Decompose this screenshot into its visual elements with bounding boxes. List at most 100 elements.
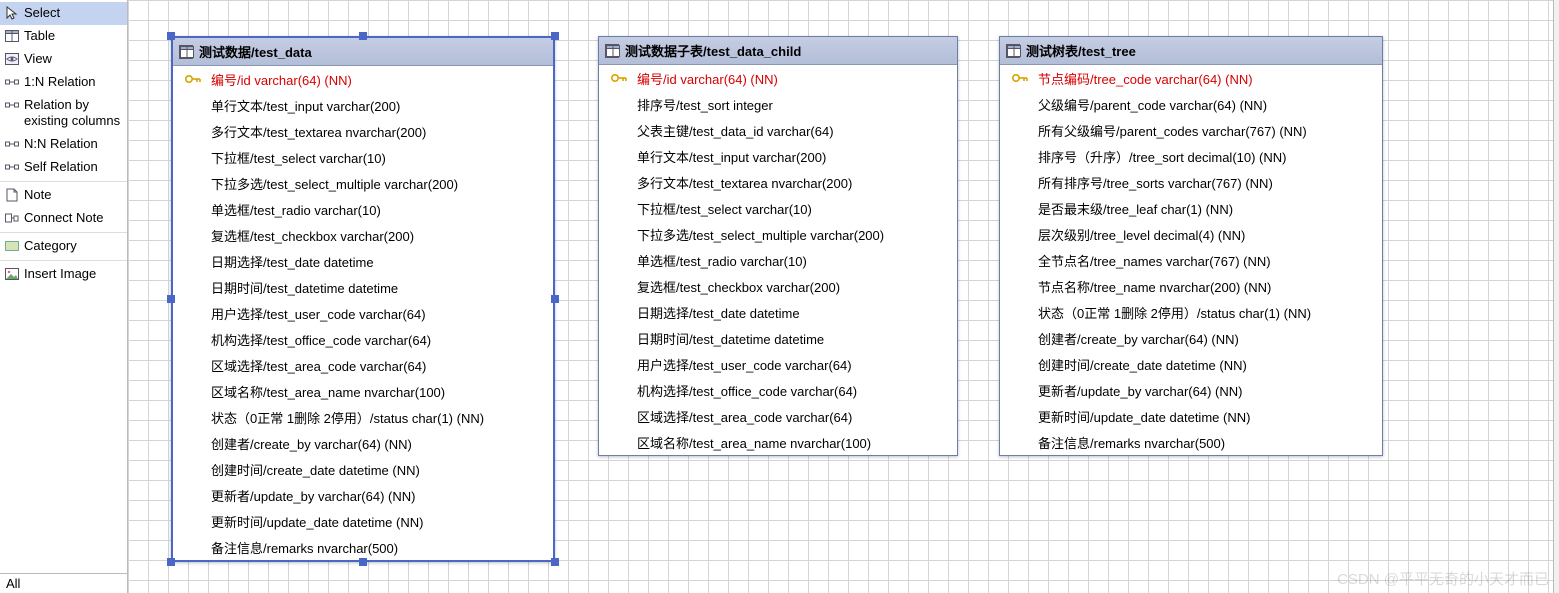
column-row[interactable]: 创建时间/create_date datetime (NN) <box>173 456 553 482</box>
tool-category[interactable]: Category <box>0 235 127 258</box>
entity-title: 测试树表/test_tree <box>1026 41 1136 60</box>
column-row[interactable]: 机构选择/test_office_code varchar(64) <box>599 377 957 403</box>
tool-select[interactable]: Select <box>0 2 127 25</box>
column-icon <box>1010 227 1030 241</box>
column-label: 创建时间/create_date datetime (NN) <box>211 460 420 479</box>
column-row[interactable]: 更新时间/update_date datetime (NN) <box>1000 403 1382 429</box>
tool-table[interactable]: Table <box>0 25 127 48</box>
column-label: 下拉框/test_select varchar(10) <box>637 199 812 218</box>
tool-connect-note[interactable]: Connect Note <box>0 207 127 230</box>
column-row[interactable]: 更新者/update_by varchar(64) (NN) <box>1000 377 1382 403</box>
tool-1-n-relation[interactable]: 1:N Relation <box>0 71 127 94</box>
column-row[interactable]: 编号/id varchar(64) (NN) <box>173 66 553 92</box>
column-row[interactable]: 多行文本/test_textarea nvarchar(200) <box>173 118 553 144</box>
column-label: 备注信息/remarks nvarchar(500) <box>1038 433 1225 452</box>
entity-e2[interactable]: 测试数据子表/test_data_child编号/id varchar(64) … <box>598 36 958 456</box>
tool-insert-image[interactable]: Insert Image <box>0 263 127 286</box>
column-row[interactable]: 父级编号/parent_code varchar(64) (NN) <box>1000 91 1382 117</box>
column-row[interactable]: 更新时间/update_date datetime (NN) <box>173 508 553 534</box>
column-row[interactable]: 日期时间/test_datetime datetime <box>173 274 553 300</box>
sidebar-footer[interactable]: All <box>0 573 127 593</box>
column-row[interactable]: 是否最末级/tree_leaf char(1) (NN) <box>1000 195 1382 221</box>
column-icon <box>183 462 203 476</box>
show-all-button[interactable]: All <box>6 576 20 591</box>
resize-handle[interactable] <box>167 295 175 303</box>
column-label: 用户选择/test_user_code varchar(64) <box>211 304 426 323</box>
column-row[interactable]: 复选框/test_checkbox varchar(200) <box>599 273 957 299</box>
resize-handle[interactable] <box>551 32 559 40</box>
resize-handle[interactable] <box>167 558 175 566</box>
column-row[interactable]: 节点名称/tree_name nvarchar(200) (NN) <box>1000 273 1382 299</box>
column-row[interactable]: 单选框/test_radio varchar(10) <box>599 247 957 273</box>
column-row[interactable]: 区域选择/test_area_code varchar(64) <box>173 352 553 378</box>
tool-relation-by-existing-columns[interactable]: Relation by existing columns <box>0 94 127 134</box>
entity-header[interactable]: 测试数据子表/test_data_child <box>599 37 957 65</box>
column-row[interactable]: 单选框/test_radio varchar(10) <box>173 196 553 222</box>
entity-header[interactable]: 测试数据/test_data <box>173 38 553 66</box>
column-icon <box>183 540 203 554</box>
column-row[interactable]: 状态（0正常 1删除 2停用）/status char(1) (NN) <box>1000 299 1382 325</box>
tool-self-relation[interactable]: Self Relation <box>0 156 127 179</box>
column-icon <box>183 150 203 164</box>
column-label: 区域名称/test_area_name nvarchar(100) <box>637 433 871 452</box>
column-row[interactable]: 创建者/create_by varchar(64) (NN) <box>1000 325 1382 351</box>
column-label: 日期时间/test_datetime datetime <box>211 278 398 297</box>
column-row[interactable]: 日期时间/test_datetime datetime <box>599 325 957 351</box>
column-row[interactable]: 全节点名/tree_names varchar(767) (NN) <box>1000 247 1382 273</box>
column-row[interactable]: 备注信息/remarks nvarchar(500) <box>173 534 553 560</box>
resize-handle[interactable] <box>359 558 367 566</box>
rel-ex-icon <box>4 97 20 113</box>
column-row[interactable]: 节点编码/tree_code varchar(64) (NN) <box>1000 65 1382 91</box>
column-row[interactable]: 单行文本/test_input varchar(200) <box>173 92 553 118</box>
column-row[interactable]: 区域名称/test_area_name nvarchar(100) <box>599 429 957 455</box>
column-icon <box>183 436 203 450</box>
tool-note[interactable]: Note <box>0 184 127 207</box>
column-row[interactable]: 排序号（升序）/tree_sort decimal(10) (NN) <box>1000 143 1382 169</box>
column-row[interactable]: 下拉多选/test_select_multiple varchar(200) <box>599 221 957 247</box>
diagram-canvas[interactable]: 测试数据/test_data编号/id varchar(64) (NN)单行文本… <box>128 0 1559 593</box>
resize-handle[interactable] <box>551 558 559 566</box>
column-row[interactable]: 日期选择/test_date datetime <box>599 299 957 325</box>
column-label: 所有父级编号/parent_codes varchar(767) (NN) <box>1038 121 1307 140</box>
column-row[interactable]: 所有父级编号/parent_codes varchar(767) (NN) <box>1000 117 1382 143</box>
column-row[interactable]: 下拉多选/test_select_multiple varchar(200) <box>173 170 553 196</box>
column-row[interactable]: 父表主键/test_data_id varchar(64) <box>599 117 957 143</box>
resize-handle[interactable] <box>359 32 367 40</box>
column-row[interactable]: 所有排序号/tree_sorts varchar(767) (NN) <box>1000 169 1382 195</box>
column-label: 节点编码/tree_code varchar(64) (NN) <box>1038 69 1253 88</box>
tool-n-n-relation[interactable]: N:N Relation <box>0 133 127 156</box>
column-icon <box>1010 97 1030 111</box>
resize-handle[interactable] <box>167 32 175 40</box>
column-row[interactable]: 复选框/test_checkbox varchar(200) <box>173 222 553 248</box>
tool-label: N:N Relation <box>24 136 121 153</box>
column-row[interactable]: 用户选择/test_user_code varchar(64) <box>173 300 553 326</box>
column-label: 下拉框/test_select varchar(10) <box>211 148 386 167</box>
resize-handle[interactable] <box>551 295 559 303</box>
splitter-handle[interactable] <box>1553 0 1559 593</box>
column-icon <box>183 176 203 190</box>
column-row[interactable]: 更新者/update_by varchar(64) (NN) <box>173 482 553 508</box>
column-row[interactable]: 单行文本/test_input varchar(200) <box>599 143 957 169</box>
column-row[interactable]: 机构选择/test_office_code varchar(64) <box>173 326 553 352</box>
entity-header[interactable]: 测试树表/test_tree <box>1000 37 1382 65</box>
column-row[interactable]: 下拉框/test_select varchar(10) <box>599 195 957 221</box>
column-row[interactable]: 下拉框/test_select varchar(10) <box>173 144 553 170</box>
column-row[interactable]: 排序号/test_sort integer <box>599 91 957 117</box>
column-row[interactable]: 状态（0正常 1删除 2停用）/status char(1) (NN) <box>173 404 553 430</box>
column-row[interactable]: 区域选择/test_area_code varchar(64) <box>599 403 957 429</box>
column-row[interactable]: 层次级别/tree_level decimal(4) (NN) <box>1000 221 1382 247</box>
column-row[interactable]: 编号/id varchar(64) (NN) <box>599 65 957 91</box>
column-row[interactable]: 用户选择/test_user_code varchar(64) <box>599 351 957 377</box>
column-row[interactable]: 备注信息/remarks nvarchar(500) <box>1000 429 1382 455</box>
column-row[interactable]: 多行文本/test_textarea nvarchar(200) <box>599 169 957 195</box>
conn-note-icon <box>4 210 20 226</box>
entity-e1[interactable]: 测试数据/test_data编号/id varchar(64) (NN)单行文本… <box>171 36 555 562</box>
column-icon <box>183 202 203 216</box>
column-label: 下拉多选/test_select_multiple varchar(200) <box>211 174 458 193</box>
tool-view[interactable]: View <box>0 48 127 71</box>
column-row[interactable]: 创建时间/create_date datetime (NN) <box>1000 351 1382 377</box>
entity-e3[interactable]: 测试树表/test_tree 节点编码/tree_code varchar(64)… <box>999 36 1383 456</box>
column-row[interactable]: 创建者/create_by varchar(64) (NN) <box>173 430 553 456</box>
column-row[interactable]: 区域名称/test_area_name nvarchar(100) <box>173 378 553 404</box>
column-row[interactable]: 日期选择/test_date datetime <box>173 248 553 274</box>
